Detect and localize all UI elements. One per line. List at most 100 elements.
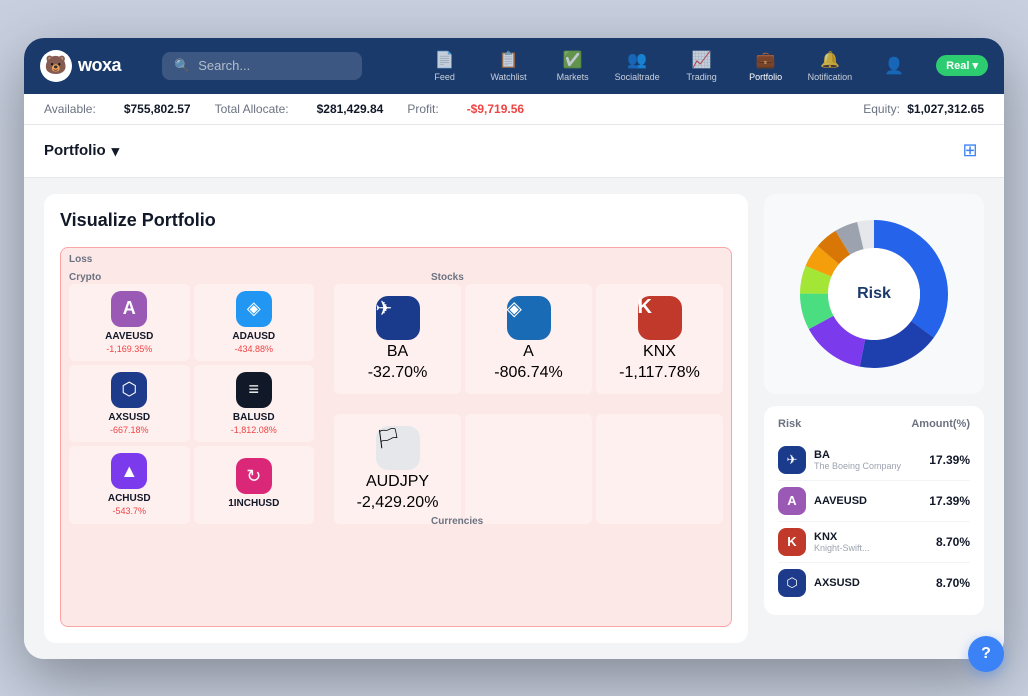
a-change: -806.74% bbox=[494, 364, 563, 382]
nav-item-markets[interactable]: ✅ Markets bbox=[551, 50, 595, 82]
risk-ba-pct: 17.39% bbox=[929, 453, 970, 467]
donut-chart: Risk bbox=[794, 214, 954, 374]
watchlist-label: Watchlist bbox=[491, 72, 527, 82]
socialtrade-label: Socialtrade bbox=[615, 72, 660, 82]
grid-view-button[interactable]: ⊞ bbox=[956, 137, 984, 165]
nav-item-socialtrade[interactable]: 👥 Socialtrade bbox=[615, 50, 660, 82]
donut-chart-card: Risk bbox=[764, 194, 984, 394]
treemap-cell-aaveusd[interactable]: A AAVEUSD -1,169.35% bbox=[69, 284, 190, 361]
risk-col-label: Risk bbox=[778, 418, 801, 430]
logo-text: woxa bbox=[78, 55, 121, 76]
ach-name: ACHUSD bbox=[108, 493, 151, 504]
axs-change: -667.18% bbox=[110, 425, 149, 435]
right-column: ✈ BA -32.70% ◈ A -806.74% bbox=[334, 284, 723, 524]
aave-name: AAVEUSD bbox=[105, 331, 153, 342]
stocks-section: ✈ BA -32.70% ◈ A -806.74% bbox=[334, 284, 723, 394]
feed-icon: 📄 bbox=[435, 50, 455, 70]
trading-icon: 📈 bbox=[692, 50, 712, 70]
crypto-label: Crypto bbox=[69, 272, 101, 283]
account-badge[interactable]: Real ▾ bbox=[936, 55, 988, 76]
risk-row-knx[interactable]: K KNX Knight-Swift... 8.70% bbox=[778, 522, 970, 563]
markets-icon: ✅ bbox=[563, 50, 583, 70]
axs-name: AXSUSD bbox=[108, 412, 150, 423]
search-bar[interactable]: 🔍 bbox=[162, 52, 362, 80]
equity-label: Equity: bbox=[863, 102, 900, 116]
risk-axs-name: AXSUSD bbox=[814, 577, 928, 589]
risk-table-header: Risk Amount(%) bbox=[778, 418, 970, 430]
knx-change: -1,117.78% bbox=[619, 364, 700, 382]
treemap-cell-a[interactable]: ◈ A -806.74% bbox=[465, 284, 592, 394]
feed-label: Feed bbox=[434, 72, 455, 82]
nav-item-watchlist[interactable]: 📋 Watchlist bbox=[487, 50, 531, 82]
stocks-label: Stocks bbox=[431, 272, 464, 283]
risk-row-aaveusd[interactable]: A AAVEUSD 17.39% bbox=[778, 481, 970, 522]
bal-change: -1,812.08% bbox=[231, 425, 277, 435]
nav-account[interactable]: 👤 bbox=[872, 56, 916, 76]
equity-value: $1,027,312.65 bbox=[907, 102, 984, 116]
logo-icon: 🐻 bbox=[40, 50, 72, 82]
donut-label: Risk bbox=[857, 285, 891, 303]
treemap-cell-achusd[interactable]: ▲ ACHUSD -543.7% bbox=[69, 446, 190, 523]
aave-change: -1,169.35% bbox=[106, 344, 152, 354]
treemap-cell-adausd[interactable]: ◈ ADAUSD -434.88% bbox=[194, 284, 315, 361]
treemap-cell-audjpy[interactable]: 🏳 AUDJPY -2,429.20% bbox=[334, 414, 461, 524]
socialtrade-icon: 👥 bbox=[627, 50, 647, 70]
ada-change: -434.88% bbox=[234, 344, 273, 354]
risk-row-axsusd[interactable]: ⬡ AXSUSD 8.70% bbox=[778, 563, 970, 603]
allocate-value: $281,429.84 bbox=[317, 102, 384, 116]
risk-knx-name: KNX bbox=[814, 531, 928, 543]
treemap-cell-knx[interactable]: K KNX -1,117.78% bbox=[596, 284, 723, 394]
portfolio-title-text: Portfolio bbox=[44, 142, 106, 159]
1inch-name: 1INCHUSD bbox=[228, 498, 279, 509]
treemap-cell-currency-empty-1 bbox=[465, 414, 592, 524]
right-panel: Risk Risk Amount(%) ✈ BA The Boeing Comp… bbox=[764, 194, 984, 643]
a-name: A bbox=[523, 343, 534, 361]
notification-label: Notification bbox=[808, 72, 853, 82]
risk-axs-icon: ⬡ bbox=[778, 569, 806, 597]
treemap-cell-balusd[interactable]: ≡ BALUSD -1,812.08% bbox=[194, 365, 315, 442]
available-value: $755,802.57 bbox=[124, 102, 191, 116]
audjpy-change: -2,429.20% bbox=[357, 494, 439, 512]
help-button[interactable]: ? bbox=[968, 636, 1004, 672]
ada-name: ADAUSD bbox=[232, 331, 275, 342]
portfolio-label: Portfolio bbox=[749, 72, 782, 82]
treemap-cell-currency-empty-2 bbox=[596, 414, 723, 524]
nav-item-notification[interactable]: 🔔 Notification bbox=[808, 50, 853, 82]
risk-aave-info: AAVEUSD bbox=[814, 495, 921, 507]
bottom-left-divider bbox=[69, 528, 314, 540]
treemap-cell-axsusd[interactable]: ⬡ AXSUSD -667.18% bbox=[69, 365, 190, 442]
watchlist-icon: 📋 bbox=[499, 50, 519, 70]
ada-icon: ◈ bbox=[236, 291, 272, 327]
visualize-title: Visualize Portfolio bbox=[60, 210, 732, 231]
nav-item-trading[interactable]: 📈 Trading bbox=[680, 50, 724, 82]
logo[interactable]: 🐻 woxa bbox=[40, 50, 150, 82]
bottom-center-divider bbox=[318, 528, 330, 540]
knx-name: KNX bbox=[643, 343, 676, 361]
search-input[interactable] bbox=[198, 58, 350, 73]
risk-row-ba[interactable]: ✈ BA The Boeing Company 17.39% bbox=[778, 440, 970, 481]
ba-change: -32.70% bbox=[368, 364, 428, 382]
treemap-cell-ba[interactable]: ✈ BA -32.70% bbox=[334, 284, 461, 394]
trading-label: Trading bbox=[687, 72, 717, 82]
risk-table-card: Risk Amount(%) ✈ BA The Boeing Company 1… bbox=[764, 406, 984, 615]
audjpy-name: AUDJPY bbox=[366, 473, 429, 491]
ach-change: -543.7% bbox=[112, 506, 146, 516]
treemap-cell-1inchusd[interactable]: ↻ 1INCHUSD bbox=[194, 446, 315, 523]
divider-col bbox=[318, 284, 330, 524]
risk-ba-info: BA The Boeing Company bbox=[814, 449, 921, 471]
portfolio-grid-card: Visualize Portfolio Loss Crypto Stocks C… bbox=[44, 194, 748, 643]
equity-area: Equity: $1,027,312.65 bbox=[863, 102, 984, 116]
ba-icon: ✈ bbox=[376, 296, 420, 340]
notification-icon: 🔔 bbox=[820, 50, 840, 70]
risk-ba-icon: ✈ bbox=[778, 446, 806, 474]
portfolio-title-btn[interactable]: Portfolio ▾ bbox=[44, 142, 119, 160]
risk-axs-info: AXSUSD bbox=[814, 577, 928, 589]
nav-item-portfolio[interactable]: 💼 Portfolio bbox=[744, 50, 788, 82]
nav-item-feed[interactable]: 📄 Feed bbox=[423, 50, 467, 82]
allocate-label: Total Allocate: bbox=[215, 102, 289, 116]
loss-label: Loss bbox=[69, 254, 92, 265]
markets-label: Markets bbox=[557, 72, 589, 82]
profit-value: -$9,719.56 bbox=[467, 102, 524, 116]
risk-knx-pct: 8.70% bbox=[936, 535, 970, 549]
search-icon: 🔍 bbox=[174, 58, 190, 74]
